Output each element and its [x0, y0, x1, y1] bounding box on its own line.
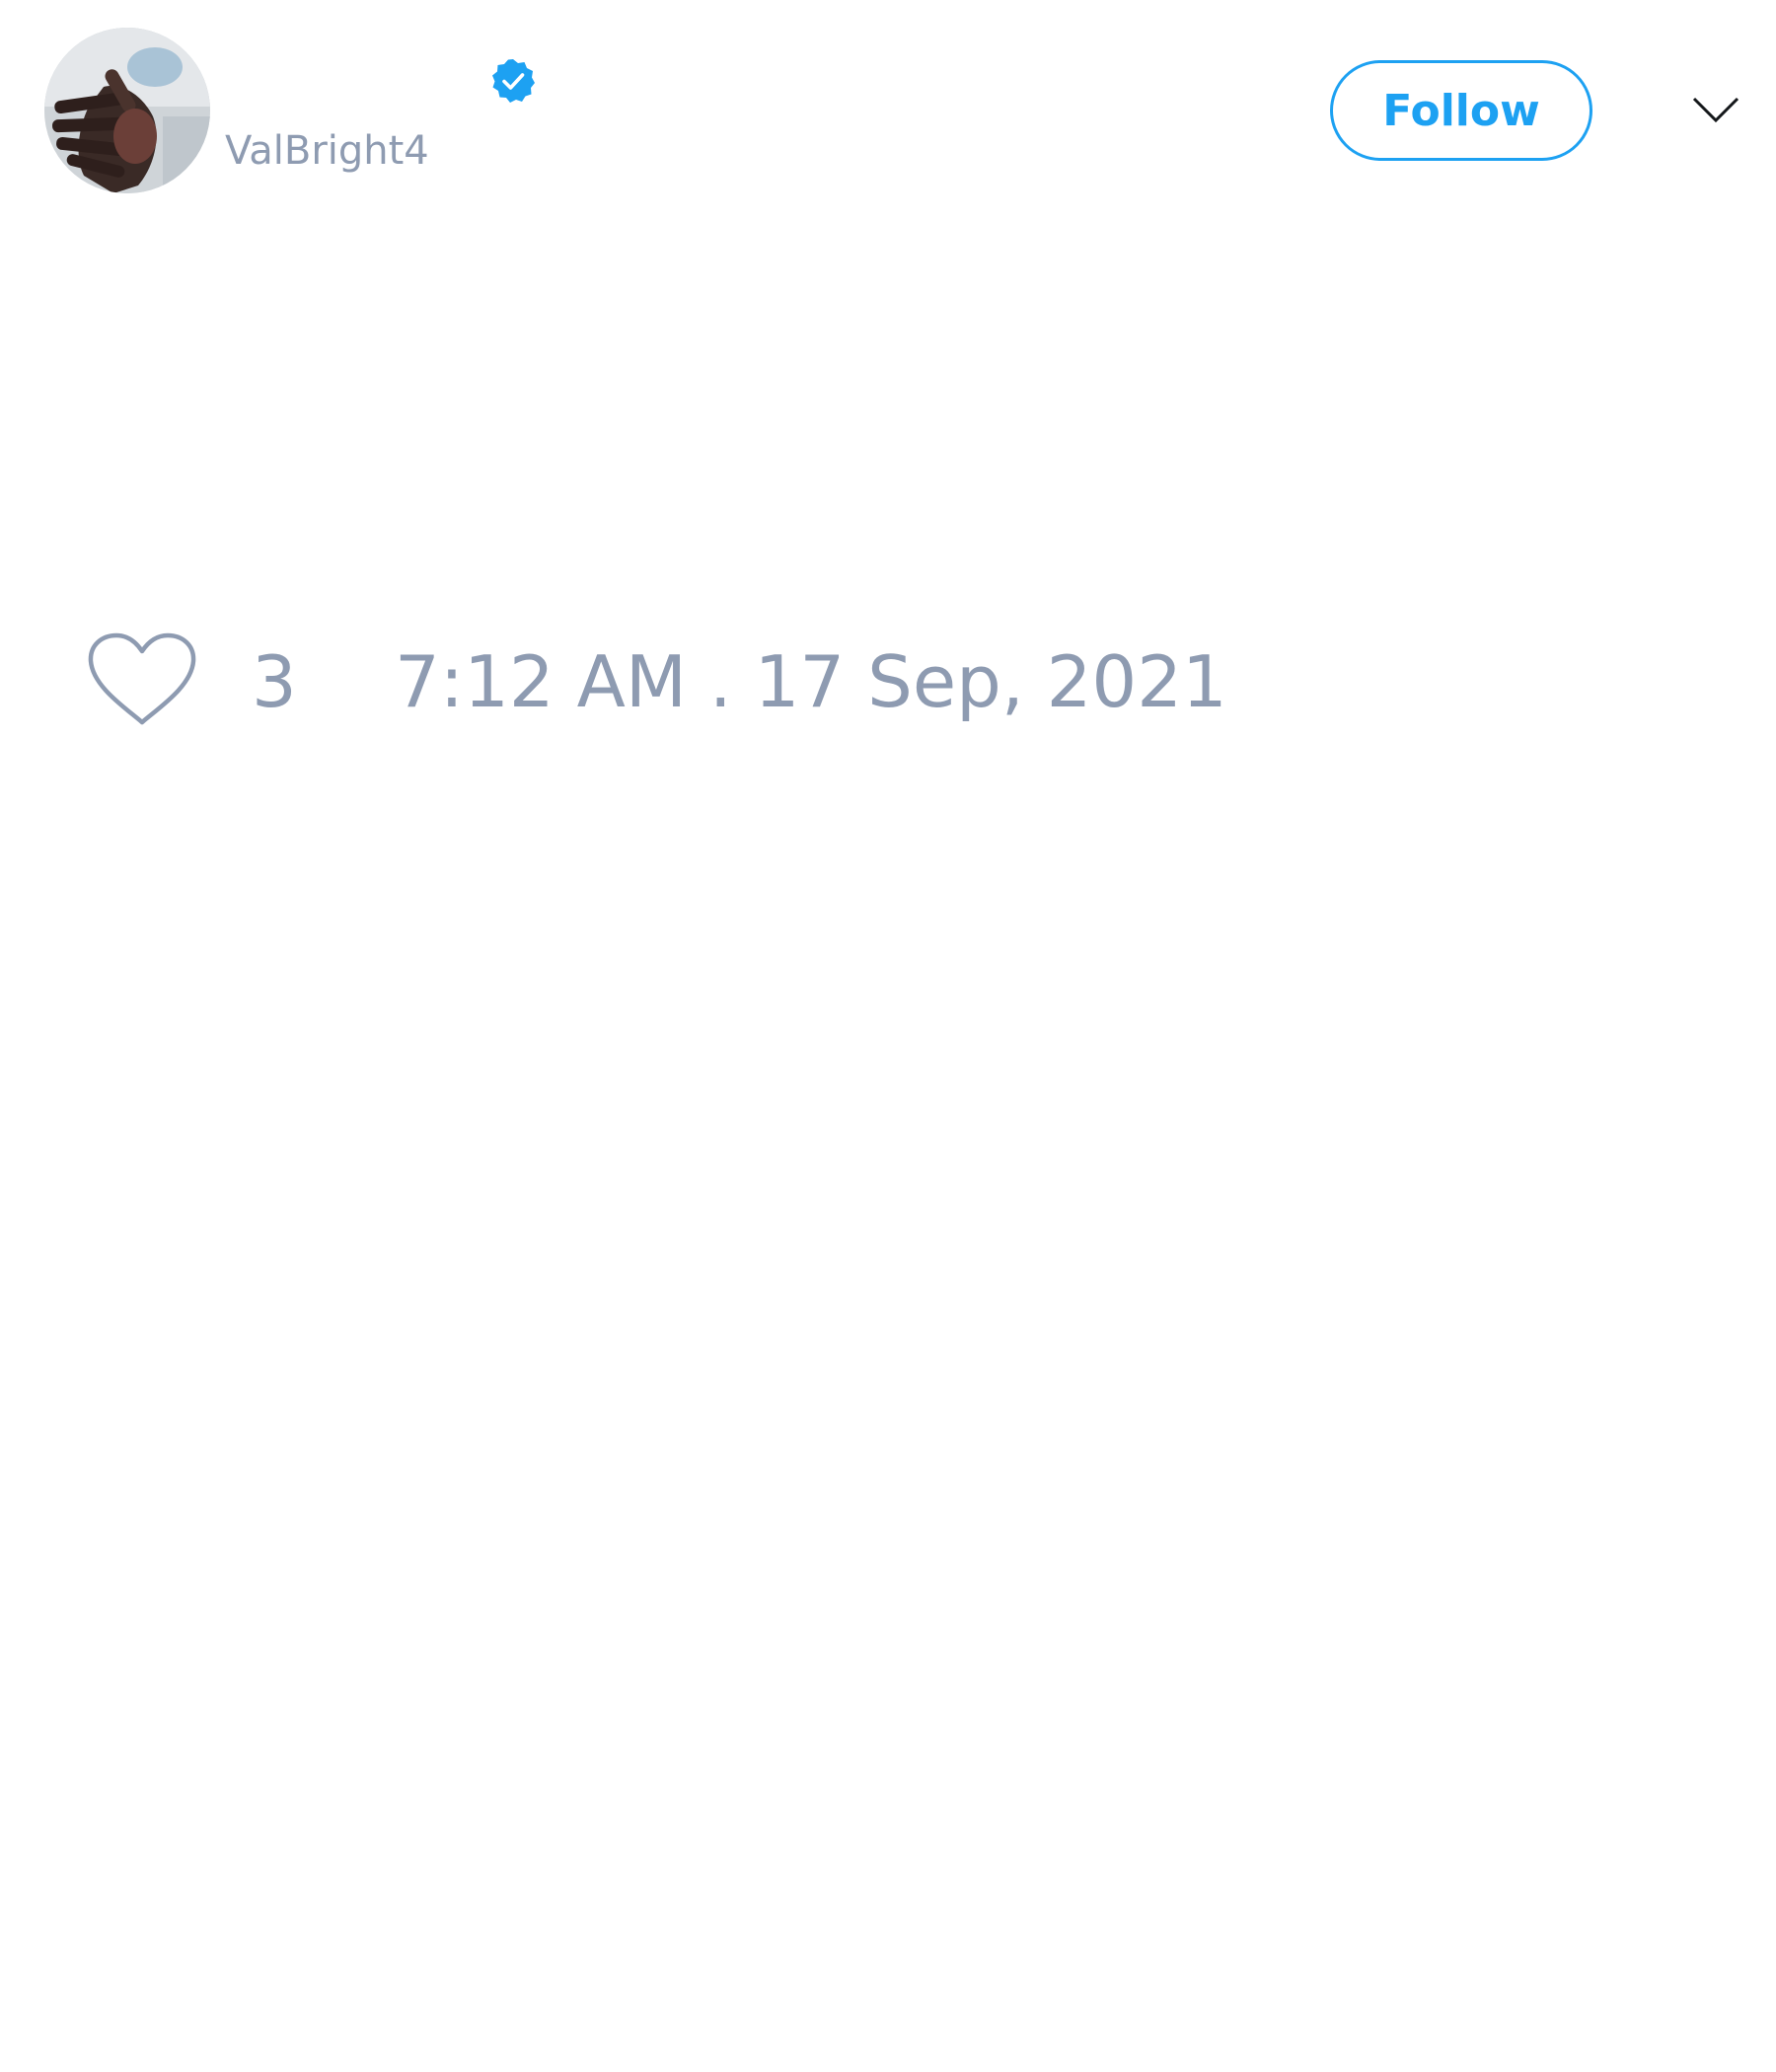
chevron-down-icon[interactable] [1691, 89, 1740, 128]
verified-badge-icon [492, 59, 535, 103]
tweet-timestamp[interactable]: 7:12 AM . 17 Sep, 2021 [395, 639, 1227, 724]
like-count: 3 [252, 640, 297, 723]
tweet-card: ValBright4 Follow 3 7:12 AM . 17 Sep, 20… [0, 0, 1776, 2072]
author-handle[interactable]: ValBright4 [225, 126, 429, 176]
follow-button[interactable]: Follow [1330, 60, 1592, 161]
heart-outline-icon[interactable] [87, 631, 197, 730]
avatar-photo-hand [44, 28, 210, 193]
avatar[interactable] [44, 28, 210, 193]
